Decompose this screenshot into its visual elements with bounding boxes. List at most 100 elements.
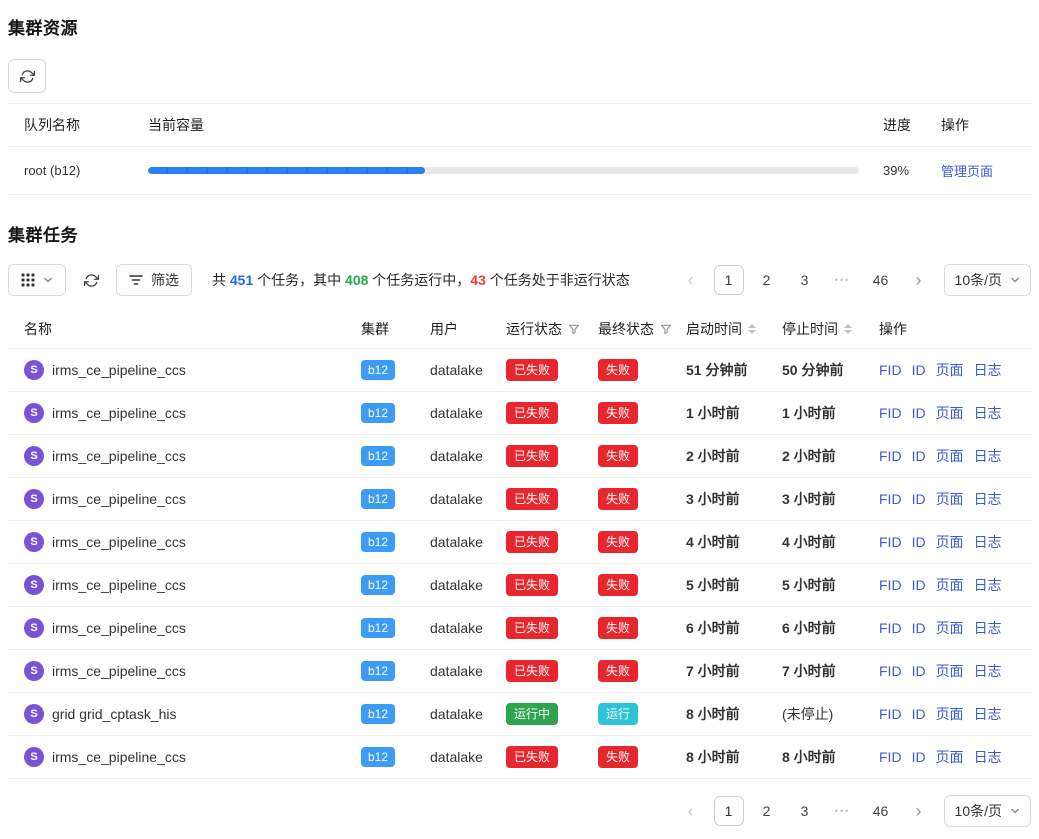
log-link[interactable]: 日志 [974, 405, 1002, 421]
pagination-prev[interactable]: ‹ [676, 796, 706, 826]
id-link[interactable]: ID [912, 663, 926, 679]
page-link[interactable]: 页面 [936, 405, 964, 421]
page-link[interactable]: 页面 [936, 706, 964, 722]
chevron-down-icon [1010, 275, 1020, 285]
pagination-page-46[interactable]: 46 [866, 796, 896, 826]
pagination-next[interactable]: › [904, 265, 934, 295]
col-final-status-label: 最终状态 [598, 319, 654, 339]
chevron-down-icon [1010, 806, 1020, 816]
final-status-badge: 失败 [598, 531, 638, 553]
sort-icon[interactable] [844, 324, 852, 334]
fid-link[interactable]: FID [879, 405, 902, 421]
page-link[interactable]: 页面 [936, 749, 964, 765]
run-status-badge: 已失败 [506, 660, 558, 682]
log-link[interactable]: 日志 [974, 491, 1002, 507]
fid-link[interactable]: FID [879, 534, 902, 550]
page-size-select[interactable]: 10条/页 [944, 795, 1031, 827]
run-status-badge: 已失败 [506, 488, 558, 510]
page-size-select[interactable]: 10条/页 [944, 264, 1031, 296]
fid-link[interactable]: FID [879, 577, 902, 593]
log-link[interactable]: 日志 [974, 534, 1002, 550]
page-link[interactable]: 页面 [936, 620, 964, 636]
task-name: irms_ce_pipeline_ccs [52, 534, 186, 550]
page-link[interactable]: 页面 [936, 491, 964, 507]
stop-time: 50 分钟前 [782, 349, 879, 392]
log-link[interactable]: 日志 [974, 620, 1002, 636]
log-link[interactable]: 日志 [974, 663, 1002, 679]
cluster-badge: b12 [361, 489, 395, 509]
sort-icon[interactable] [748, 324, 756, 334]
pagination-ellipsis[interactable]: ••• [828, 265, 858, 295]
pagination-prev[interactable]: ‹ [676, 265, 706, 295]
fid-link[interactable]: FID [879, 620, 902, 636]
task-row: S irms_ce_pipeline_ccs b12 datalake 已失败 … [8, 521, 1031, 564]
pagination-page-2[interactable]: 2 [752, 796, 782, 826]
id-link[interactable]: ID [912, 620, 926, 636]
start-time: 4 小时前 [686, 521, 782, 564]
pagination-bottom: ‹ 123 ••• 46 › [676, 796, 934, 826]
page-link[interactable]: 页面 [936, 663, 964, 679]
start-time: 7 小时前 [686, 650, 782, 693]
log-link[interactable]: 日志 [974, 448, 1002, 464]
page-link[interactable]: 页面 [936, 448, 964, 464]
cluster-tasks-table: 名称 集群 用户 运行状态 最终状态 [8, 310, 1031, 779]
fid-link[interactable]: FID [879, 663, 902, 679]
refresh-resources-button[interactable] [8, 59, 46, 93]
cluster-badge: b12 [361, 446, 395, 466]
id-link[interactable]: ID [912, 405, 926, 421]
log-link[interactable]: 日志 [974, 706, 1002, 722]
final-status-badge: 失败 [598, 445, 638, 467]
task-row: S grid grid_cptask_his b12 datalake 运行中 … [8, 693, 1031, 736]
log-link[interactable]: 日志 [974, 577, 1002, 593]
task-name: irms_ce_pipeline_ccs [52, 491, 186, 507]
final-status-badge: 失败 [598, 617, 638, 639]
fid-link[interactable]: FID [879, 706, 902, 722]
funnel-filter-icon[interactable] [568, 323, 580, 335]
id-link[interactable]: ID [912, 706, 926, 722]
fid-link[interactable]: FID [879, 491, 902, 507]
fid-link[interactable]: FID [879, 448, 902, 464]
spark-avatar: S [24, 489, 44, 509]
pagination-page-46[interactable]: 46 [866, 265, 896, 295]
refresh-tasks-button[interactable] [76, 264, 106, 296]
start-time: 2 小时前 [686, 435, 782, 478]
fid-link[interactable]: FID [879, 749, 902, 765]
col-start-time[interactable]: 启动时间 [686, 310, 782, 349]
stop-time: 5 小时前 [782, 564, 879, 607]
fid-link[interactable]: FID [879, 362, 902, 378]
page-link[interactable]: 页面 [936, 362, 964, 378]
manage-page-link[interactable]: 管理页面 [941, 164, 993, 179]
log-link[interactable]: 日志 [974, 749, 1002, 765]
pagination-page-3[interactable]: 3 [790, 265, 820, 295]
spark-avatar: S [24, 575, 44, 595]
task-row: S irms_ce_pipeline_ccs b12 datalake 已失败 … [8, 392, 1031, 435]
id-link[interactable]: ID [912, 448, 926, 464]
pagination-page-1[interactable]: 1 [714, 265, 744, 295]
chevron-down-icon [43, 275, 53, 285]
pagination-page-2[interactable]: 2 [752, 265, 782, 295]
filter-icon [129, 274, 143, 286]
user-name: datalake [430, 349, 506, 392]
start-time: 8 小时前 [686, 736, 782, 779]
pagination-next[interactable]: › [904, 796, 934, 826]
pagination-page-1[interactable]: 1 [714, 796, 744, 826]
pagination-page-3[interactable]: 3 [790, 796, 820, 826]
funnel-filter-icon[interactable] [660, 323, 672, 335]
page-link[interactable]: 页面 [936, 577, 964, 593]
page-link[interactable]: 页面 [936, 534, 964, 550]
col-stop-time[interactable]: 停止时间 [782, 310, 879, 349]
task-name: irms_ce_pipeline_ccs [52, 749, 186, 765]
id-link[interactable]: ID [912, 534, 926, 550]
id-link[interactable]: ID [912, 749, 926, 765]
id-link[interactable]: ID [912, 491, 926, 507]
filter-button[interactable]: 筛选 [116, 264, 192, 296]
capacity-progress-bar [148, 167, 859, 174]
task-name: irms_ce_pipeline_ccs [52, 448, 186, 464]
summary-text: 个任务处于非运行状态 [486, 272, 630, 288]
pagination-ellipsis[interactable]: ••• [828, 796, 858, 826]
id-link[interactable]: ID [912, 577, 926, 593]
id-link[interactable]: ID [912, 362, 926, 378]
log-link[interactable]: 日志 [974, 362, 1002, 378]
spark-avatar: S [24, 747, 44, 767]
layout-switcher-button[interactable] [8, 264, 66, 296]
